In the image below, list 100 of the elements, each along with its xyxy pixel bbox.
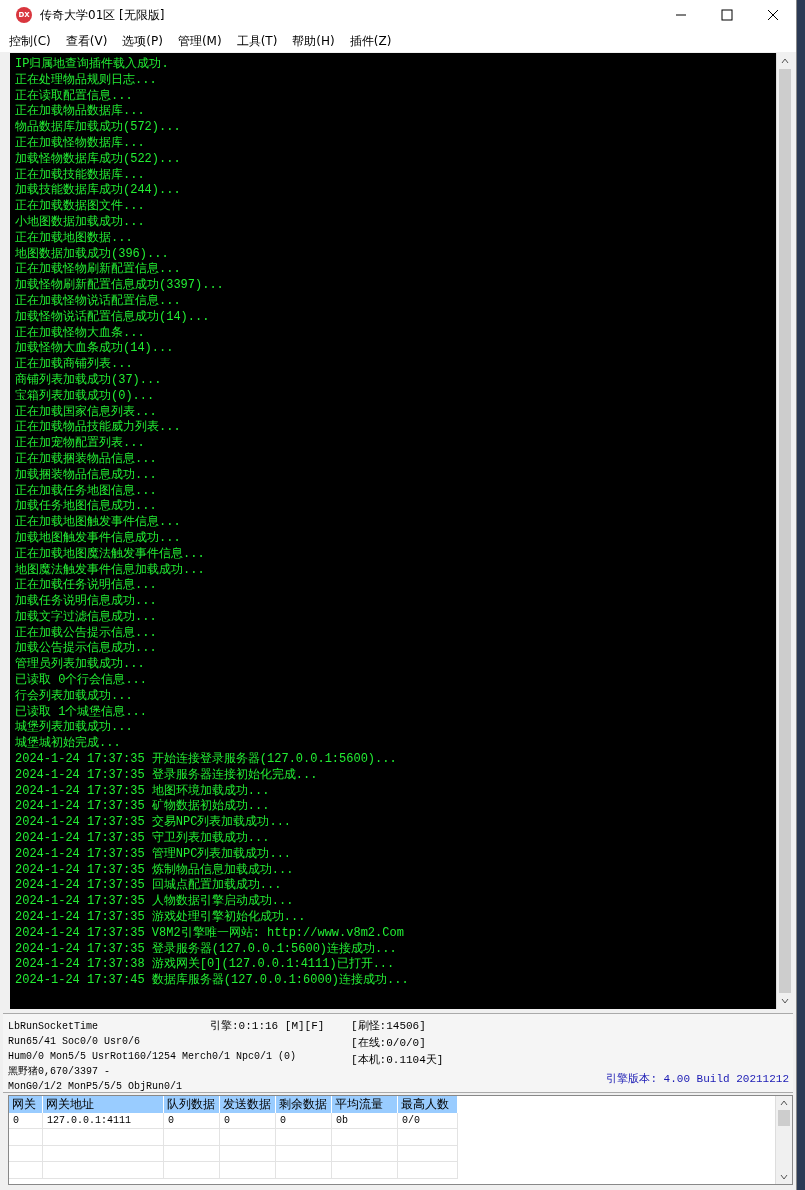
column-header[interactable]: 最高人数 (398, 1096, 458, 1113)
log-line: 正在加载地图数据... (15, 230, 134, 247)
log-line: 城堡城初始完成... (15, 736, 122, 753)
menu-item[interactable]: 查看(V) (65, 32, 108, 50)
log-line: 地图数据加载成功(396)... (15, 246, 170, 262)
log-line: 已读取 1个城堡信息... (15, 704, 148, 720)
status-text: 黑野猪0,670/3397 - (8, 1065, 110, 1079)
log-line: 正在加载捆装物品信息... (15, 451, 158, 468)
log-line: 2024-1-24 17:37:35 V8M2引擎唯一网站: http://www.v8m2.Com (15, 925, 405, 942)
table-cell: 127.0.0.1:4111 (43, 1112, 164, 1129)
log-line: 正在加载怪物数据库... (15, 136, 146, 152)
log-line: 加载怪物数据库成功(522)... (15, 151, 182, 168)
column-header[interactable]: 网关地址 (43, 1096, 164, 1113)
log-line: 正在加载物品数据库... (15, 104, 146, 120)
log-line: 2024-1-24 17:37:38 游戏网关[0](127.0.0.1:4111)已打开... (15, 957, 396, 973)
status-text: MonG0/1/2 MonP5/5/5 ObjRun0/1 (8, 1080, 183, 1094)
log-line: 宝箱列表加载成功(0)... (15, 388, 156, 405)
empty-cell (398, 1145, 458, 1162)
column-header[interactable]: 剩余数据 (276, 1096, 332, 1113)
menu-item[interactable]: 选项(P) (122, 32, 163, 50)
column-header[interactable]: 网关 (9, 1096, 43, 1113)
status-text: [本机:0.1104天] (351, 1053, 444, 1068)
log-line: 地图魔法触发事件信息加载成功... (15, 562, 206, 578)
log-line: 加载任务地图信息成功... (15, 499, 158, 515)
engine-time: 引擎:0:1:16 [M][F] (210, 1019, 325, 1033)
table-cell: 0 (164, 1112, 220, 1129)
empty-cell (398, 1162, 458, 1179)
empty-cell (220, 1145, 276, 1162)
log-line: 2024-1-24 17:37:35 矿物数据初始成功... (15, 799, 271, 815)
log-line: 2024-1-24 17:37:35 地图环境加载成功... (15, 783, 271, 799)
column-header[interactable]: 发送数据 (220, 1096, 276, 1113)
log-line: 正在处理物品规则日志... (15, 72, 158, 89)
log-line: 加载公告提示信息成功... (15, 641, 158, 657)
empty-cell (332, 1129, 398, 1146)
log-line: 加载怪物说话配置信息成功(14)... (15, 309, 211, 326)
menu-item[interactable]: 工具(T) (236, 32, 278, 50)
scrollbar[interactable] (776, 53, 793, 1009)
status-text: Run65/41 Soc0/0 Usr0/6 (8, 1035, 141, 1049)
log-line: 2024-1-24 17:37:35 炼制物品信息加载成功... (15, 862, 295, 878)
log-line: 2024-1-24 17:37:35 交易NPC列表加载成功... (15, 815, 293, 831)
log-line: IP归属地查询插件载入成功. (15, 57, 170, 73)
menu-item[interactable]: 控制(C) (9, 32, 51, 50)
log-line: 管理员列表加载成功... (15, 657, 146, 673)
menu-item[interactable]: 插件(Z) (349, 32, 392, 50)
log-line: 正在读取配置信息... (15, 88, 134, 104)
log-line: 正在加载地图魔法触发事件信息... (15, 546, 206, 563)
log-line: 城堡列表加载成功... (15, 720, 134, 736)
log-line: 2024-1-24 17:37:35 开始连接登录服务器(127.0.0.1:5600)... (15, 752, 398, 768)
empty-cell (164, 1129, 220, 1146)
log-line: 2024-1-24 17:37:35 登录服务器(127.0.0.1:5600)连接成功... (15, 941, 398, 957)
log-line: 2024-1-24 17:37:35 守卫列表加载成功... (15, 831, 271, 847)
log-line: 正在加载怪物说话配置信息... (15, 293, 182, 310)
log-line: 2024-1-24 17:37:35 登录服务器连接初始化完成... (15, 767, 319, 784)
scroll-thumb[interactable] (778, 1110, 790, 1126)
log-line: 正在加载地图触发事件信息... (15, 515, 182, 531)
empty-cell (9, 1162, 43, 1179)
log-line: 2024-1-24 17:37:35 回城点配置加载成功... (15, 878, 283, 894)
log-line: 加载文字过滤信息成功... (15, 609, 158, 626)
log-line: 正在加载数据图文件... (15, 199, 146, 215)
log-line: 正在加载怪物刷新配置信息... (15, 262, 182, 278)
log-line: 正在加宠物配置列表... (15, 436, 146, 452)
menu-item[interactable]: 帮助(H) (292, 32, 335, 50)
log-line: 正在加载怪物大血条... (15, 325, 146, 341)
log-line: 2024-1-24 17:37:35 游戏处理引擎初始化成功... (15, 910, 307, 926)
window-title: 传奇大学01区 [无限版] (40, 6, 166, 24)
log-line: 正在加载国家信息列表... (15, 404, 158, 420)
log-line: 加载怪物刷新配置信息成功(3397)... (15, 278, 225, 294)
status-text: Hum0/0 Mon5/5 UsrRot160/1254 Merch0/1 Npc0/1 (0) (8, 1050, 297, 1064)
log-line: 正在加载技能数据库... (15, 167, 146, 183)
empty-cell (276, 1129, 332, 1146)
log-line: 小地图数据加载成功... (15, 214, 146, 231)
column-header[interactable]: 队列数据 (164, 1096, 220, 1113)
log-line: 正在加载任务地图信息... (15, 483, 158, 499)
log-line: 行会列表加载成功... (15, 688, 134, 705)
empty-cell (332, 1145, 398, 1162)
log-line: 物品数据库加载成功(572)... (15, 120, 182, 136)
log-line: 商铺列表加载成功(37)... (15, 372, 163, 389)
log-line: 加载怪物大血条成功(14)... (15, 341, 175, 357)
empty-cell (164, 1145, 220, 1162)
status-text: [刷怪:14506] (351, 1019, 426, 1034)
log-line: 2024-1-24 17:37:45 数据库服务器(127.0.0.1:6000)连接成功... (15, 973, 410, 989)
log-line: 2024-1-24 17:37:35 人物数据引擎启动成功... (15, 894, 295, 910)
status-text: LbRunSocketTime (8, 1020, 98, 1034)
version-text: 引擎版本: 4.00 Build 20211212 (606, 1072, 789, 1086)
log-line: 正在加载物品技能威力列表... (15, 420, 182, 436)
column-header[interactable]: 平均流量 (332, 1096, 398, 1113)
empty-cell (220, 1129, 276, 1146)
menu-item[interactable]: 管理(M) (177, 32, 222, 50)
scrollbar[interactable] (775, 1096, 792, 1184)
log-line: 2024-1-24 17:37:35 管理NPC列表加载成功... (15, 846, 293, 863)
log-line: 加载技能数据库成功(244)... (15, 183, 182, 199)
empty-cell (164, 1162, 220, 1179)
table-cell: 0/0 (398, 1112, 458, 1129)
status-text: [在线:0/0/0] (351, 1036, 426, 1051)
log-line: 正在加载公告提示信息... (15, 625, 158, 641)
table-cell: 0 (276, 1112, 332, 1129)
log-line: 加载捆装物品信息成功... (15, 467, 158, 484)
table-cell: 0 (9, 1112, 43, 1129)
empty-cell (332, 1162, 398, 1179)
log-line: 已读取 0个行会信息... (15, 673, 148, 689)
